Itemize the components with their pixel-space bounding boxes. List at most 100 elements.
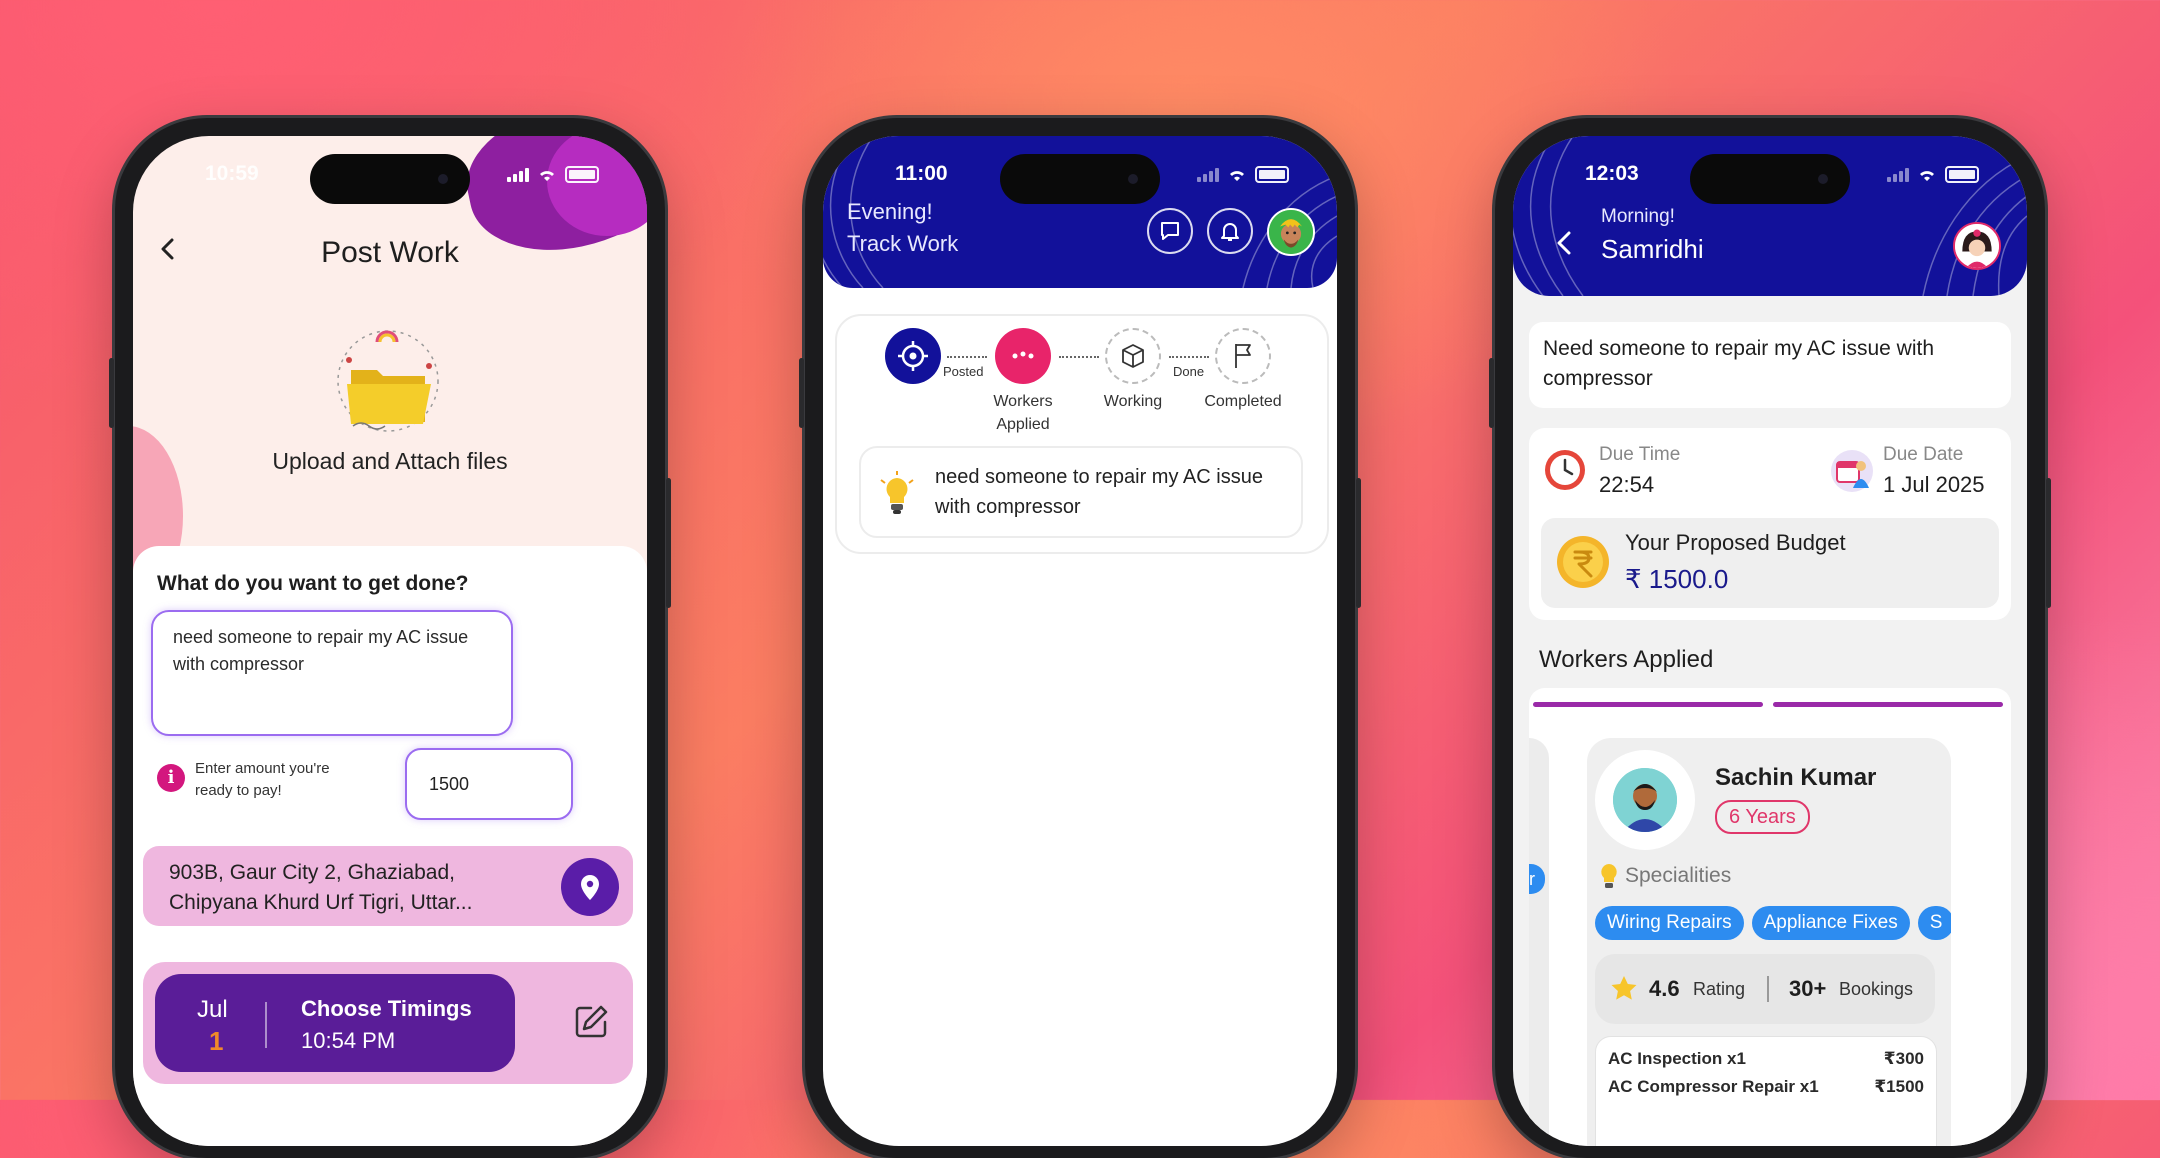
worker-card[interactable]: Sachin Kumar 6 Years Specialities Wiring… xyxy=(1587,738,1951,1146)
timing-row: Jul 1 Choose Timings 10:54 PM xyxy=(143,962,633,1084)
step-workers-applied[interactable] xyxy=(995,328,1051,384)
notifications-button[interactable] xyxy=(1207,208,1253,254)
post-work-screen: 10:59 Post Work Upload and Attach files … xyxy=(133,136,647,1146)
phone-task-details: Morning! Samridhi 12:03 Need someone to … xyxy=(1489,118,2051,1158)
service-row: AC Compressor Repair x1 ₹1500 xyxy=(1608,1077,1924,1097)
experience-badge: 6 Years xyxy=(1715,800,1810,834)
folder-upload-icon[interactable] xyxy=(333,326,443,436)
task-summary: need someone to repair my AC issue with … xyxy=(859,446,1303,538)
service-price: ₹300 xyxy=(1883,1049,1924,1068)
avatar-icon xyxy=(1955,224,1999,268)
service-row: AC Inspection x1 ₹300 xyxy=(1608,1049,1924,1069)
target-icon xyxy=(898,341,928,371)
amount-input[interactable]: 1500 xyxy=(405,748,573,820)
progress-tracker: Posted Workers Applied Working Done Comp… xyxy=(835,314,1329,554)
user-name: Samridhi xyxy=(1601,234,1704,264)
back-button[interactable] xyxy=(153,234,183,264)
amount-hint: Enter amount you're ready to pay! xyxy=(195,760,330,799)
edit-button[interactable] xyxy=(571,1002,611,1042)
connector xyxy=(947,356,987,358)
task-text: Need someone to repair my AC issue with … xyxy=(1543,337,1935,390)
bookings-value: 30+ xyxy=(1789,976,1827,1001)
rating-summary: 4.6 Rating 30+ Bookings xyxy=(1595,954,1935,1024)
location-pin-icon xyxy=(581,875,599,900)
timing-label: Choose Timings xyxy=(301,996,472,1021)
person-icon xyxy=(1613,768,1677,832)
upload-label: Upload and Attach files xyxy=(272,448,508,474)
more-dots-icon xyxy=(1012,351,1034,359)
rating-label: Rating xyxy=(1693,979,1746,999)
date-day: 1 xyxy=(209,1026,224,1056)
due-time-label: Due Time xyxy=(1599,444,1681,465)
battery-icon xyxy=(565,166,599,183)
step-working[interactable] xyxy=(1105,328,1161,384)
page-title: Track Work xyxy=(847,231,959,256)
star-icon xyxy=(1611,976,1637,1000)
speciality-chips: Wiring Repairs Appliance Fixes S xyxy=(1595,906,1951,940)
divider xyxy=(1767,976,1769,1002)
wifi-icon xyxy=(1920,170,1934,181)
post-work-form: What do you want to get done? need someo… xyxy=(133,546,647,1146)
due-date-label: Due Date xyxy=(1883,444,1964,465)
worker-avatar xyxy=(1595,750,1695,850)
connector xyxy=(1059,356,1099,358)
task-text: need someone to repair my AC issue with … xyxy=(935,466,1263,518)
step-label-workers-applied: Workers Applied xyxy=(993,393,1053,433)
page-title: Post Work xyxy=(321,236,459,269)
flag-icon xyxy=(1235,344,1251,368)
status-time: 10:59 xyxy=(205,162,259,185)
header-actions xyxy=(1147,208,1315,256)
address-text: 903B, Gaur City 2, Ghaziabad, Chipyana K… xyxy=(169,861,473,914)
speciality-chip[interactable]: Appliance Fixes xyxy=(1751,906,1910,940)
step-completed[interactable] xyxy=(1215,328,1271,384)
info-icon: i xyxy=(157,764,185,792)
task-description-input[interactable]: need someone to repair my AC issue with … xyxy=(151,610,513,736)
back-button[interactable] xyxy=(1551,228,1577,258)
budget-label: Your Proposed Budget xyxy=(1625,530,1846,555)
chevron-left-icon xyxy=(161,238,174,260)
battery-icon xyxy=(1255,166,1289,183)
status-time: 12:03 xyxy=(1585,162,1639,185)
speciality-chip[interactable]: Wiring Repairs xyxy=(1595,906,1744,940)
choose-timings-button[interactable]: Jul 1 Choose Timings 10:54 PM xyxy=(155,974,515,1072)
status-time: 11:00 xyxy=(895,162,948,185)
carousel-indicator xyxy=(1773,702,2003,707)
speciality-chip[interactable]: S xyxy=(1917,906,1951,940)
phone-post-work: 10:59 Post Work Upload and Attach files … xyxy=(109,118,671,1158)
clock-icon xyxy=(1545,450,1585,490)
edit-icon xyxy=(575,1005,608,1038)
bookings-label: Bookings xyxy=(1839,979,1914,999)
section-title: Workers Applied xyxy=(1539,646,1714,673)
phone-track-work: Evening! Track Work 11:00 Posted Workers… xyxy=(799,118,1361,1158)
connector-label-done: Done xyxy=(1173,364,1205,379)
workers-carousel: r Sachin Kumar 6 Years Specialities Wiri… xyxy=(1529,688,2011,1146)
calendar-person-icon xyxy=(1831,450,1873,492)
battery-icon xyxy=(1945,166,1979,183)
due-time-value: 22:54 xyxy=(1599,472,1655,497)
lightbulb-icon xyxy=(880,471,914,514)
carousel-indicator xyxy=(1533,702,1763,707)
status-icons xyxy=(1887,166,1979,183)
due-date-value: 1 Jul 2025 xyxy=(1883,472,1985,497)
location-button[interactable] xyxy=(561,858,619,916)
service-name: AC Inspection x1 xyxy=(1608,1049,1746,1068)
task-description-card: Need someone to repair my AC issue with … xyxy=(1529,322,2011,408)
service-name: AC Compressor Repair x1 xyxy=(1608,1077,1819,1096)
address-field[interactable]: 903B, Gaur City 2, Ghaziabad, Chipyana K… xyxy=(143,846,633,926)
status-icons xyxy=(507,166,599,183)
signal-icon xyxy=(507,167,529,182)
wifi-icon xyxy=(1230,170,1244,181)
chat-button[interactable] xyxy=(1147,208,1193,254)
status-icons xyxy=(1197,166,1289,183)
profile-avatar[interactable] xyxy=(1267,208,1315,256)
date-month: Jul xyxy=(197,996,228,1023)
previous-worker-card[interactable] xyxy=(1529,738,1549,1146)
profile-avatar[interactable] xyxy=(1953,222,2001,270)
budget-value: ₹ 1500.0 xyxy=(1625,564,1729,594)
step-posted[interactable] xyxy=(885,328,941,384)
greeting-block: Evening! Track Work xyxy=(847,196,958,260)
connector xyxy=(1169,356,1209,358)
step-label-completed: Completed xyxy=(1204,393,1282,410)
question-label: What do you want to get done? xyxy=(157,572,469,595)
services-list: AC Inspection x1 ₹300 AC Compressor Repa… xyxy=(1595,1036,1937,1146)
